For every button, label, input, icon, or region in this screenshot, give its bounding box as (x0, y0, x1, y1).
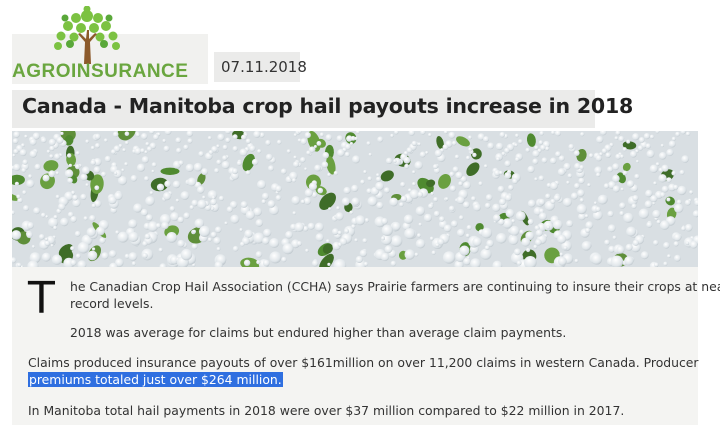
paragraph-4: In Manitoba total hail payments in 2018 … (28, 403, 625, 418)
agroinsurance-logo[interactable]: AGROINSURANCE (12, 6, 196, 84)
paragraph-3-line-2: premiums totaled just over $264 million. (28, 371, 283, 388)
paragraph-3-line-1: Claims produced insurance payouts of ove… (28, 355, 699, 370)
paragraph-1-line-1: he Canadian Crop Hail Association (CCHA)… (70, 279, 720, 294)
article-date: 07.11.2018 (221, 58, 307, 76)
article-title: Canada - Manitoba crop hail payouts incr… (22, 94, 634, 118)
hero-image (12, 131, 698, 267)
hailstones-image (12, 131, 698, 267)
logo-text: AGROINSURANCE (12, 61, 189, 82)
tree-icon (54, 6, 120, 64)
selected-text-highlight[interactable]: premiums totaled just over $264 million. (28, 372, 283, 387)
drop-cap: T (28, 273, 55, 324)
paragraph-2: 2018 was average for claims but endured … (70, 325, 567, 340)
paragraph-1-line-2: record levels. (70, 296, 154, 311)
